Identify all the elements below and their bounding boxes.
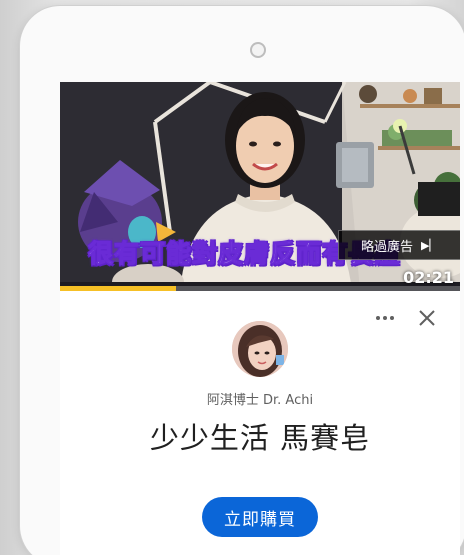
skip-ad-label: 略過廣告 <box>361 239 414 255</box>
video-duration: 02:21 <box>403 268 454 287</box>
video-ad-player[interactable]: 很有可能對皮膚反而有長痘 略過廣告 ▶︎▏ 02:21 <box>60 82 460 291</box>
ad-info-panel: 阿淇博士 Dr. Achi 少少生活 馬賽皂 立即購買 <box>60 291 460 555</box>
front-camera-icon <box>250 42 266 58</box>
more-horiz-icon <box>376 316 380 320</box>
skip-ad-button[interactable]: 略過廣告 ▶︎▏ <box>338 230 460 260</box>
phone-mockup: 很有可能對皮膚反而有長痘 略過廣告 ▶︎▏ 02:21 阿淇博士 Dr. Ach… <box>20 6 464 555</box>
more-horiz-icon-dot <box>390 316 394 320</box>
phone-screen: 很有可能對皮膚反而有長痘 略過廣告 ▶︎▏ 02:21 阿淇博士 Dr. Ach… <box>60 82 460 555</box>
device-frame-background: 很有可能對皮膚反而有長痘 略過廣告 ▶︎▏ 02:21 阿淇博士 Dr. Ach… <box>0 0 464 555</box>
buy-now-button[interactable]: 立即購買 <box>202 497 318 537</box>
more-horiz-icon-dot <box>383 316 387 320</box>
avatar-image <box>232 321 288 377</box>
more-options-button[interactable] <box>373 311 397 325</box>
channel-name[interactable]: 阿淇博士 Dr. Achi <box>60 389 460 408</box>
close-ad-button[interactable] <box>416 307 438 329</box>
play-next-icon: ▶︎▏ <box>421 238 438 252</box>
product-title[interactable]: 少少生活 馬賽皂 <box>60 415 460 457</box>
channel-avatar[interactable] <box>232 321 288 377</box>
close-icon <box>419 310 435 326</box>
